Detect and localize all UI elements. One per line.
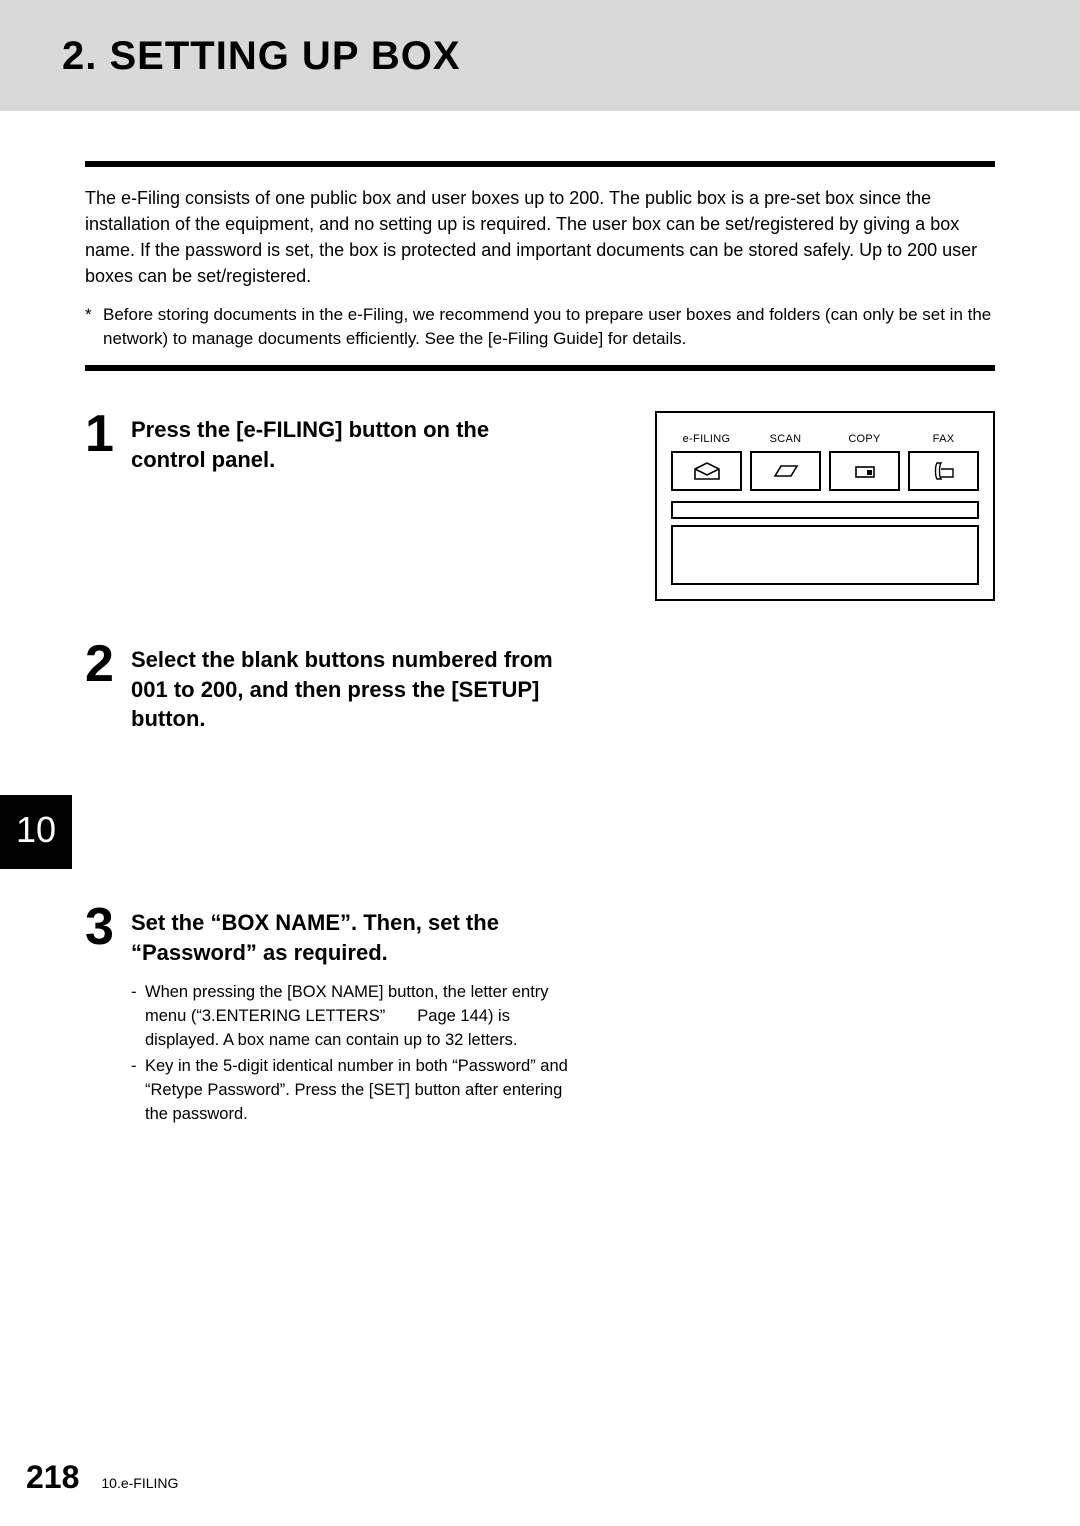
step-3-note-1: - When pressing the [BOX NAME] button, t… — [131, 981, 581, 1053]
panel-label-scan: SCAN — [750, 433, 821, 445]
intro-paragraph: The e-Filing consists of one public box … — [85, 185, 995, 289]
step-number: 3 — [85, 904, 121, 1129]
step-3-note-2: - Key in the 5-digit identical number in… — [131, 1055, 581, 1127]
box-open-icon — [694, 462, 720, 480]
rule-top — [85, 161, 995, 167]
copy-icon — [853, 462, 877, 480]
step-2: 2 Select the blank buttons numbered from… — [85, 641, 995, 734]
rule-bottom — [85, 365, 995, 371]
note: * Before storing documents in the e-Fili… — [85, 303, 995, 351]
panel-display-main — [671, 525, 979, 585]
page-number: 218 — [26, 1459, 79, 1496]
panel-display-strip — [671, 501, 979, 519]
page-header: 2. SETTING UP BOX — [0, 0, 1080, 111]
step-title: Select the blank buttons numbered from 0… — [131, 645, 561, 734]
fax-button[interactable] — [908, 451, 979, 491]
step-1: 1 Press the [e-FILING] button on the con… — [85, 411, 635, 474]
note-asterisk: * — [85, 303, 103, 351]
step-number: 2 — [85, 641, 121, 734]
step-title: Press the [e-FILING] button on the contr… — [131, 415, 561, 474]
panel-label-copy: COPY — [829, 433, 900, 445]
panel-label-efiling: e-FILING — [671, 433, 742, 445]
panel-label-fax: FAX — [908, 433, 979, 445]
phone-icon — [933, 461, 955, 481]
copy-button[interactable] — [829, 451, 900, 491]
chapter-tab: 10 — [0, 795, 72, 869]
page-footer: 218 10.e-FILING — [26, 1459, 178, 1496]
step-3: 3 Set the “BOX NAME”. Then, set the “Pas… — [85, 904, 995, 1129]
footer-section: 10.e-FILING — [101, 1475, 178, 1491]
step-3-note-2-text: Key in the 5-digit identical number in b… — [145, 1055, 581, 1127]
section-title: 2. SETTING UP BOX — [62, 34, 1080, 79]
step-title: Set the “BOX NAME”. Then, set the “Passw… — [131, 908, 561, 967]
scan-button[interactable] — [750, 451, 821, 491]
step-3-note-1-text: When pressing the [BOX NAME] button, the… — [145, 981, 581, 1053]
control-panel-figure: e-FILING SCAN — [655, 411, 995, 601]
scanner-icon — [773, 462, 799, 480]
efiling-button[interactable] — [671, 451, 742, 491]
note-text: Before storing documents in the e-Filing… — [103, 303, 995, 351]
step-number: 1 — [85, 411, 121, 474]
